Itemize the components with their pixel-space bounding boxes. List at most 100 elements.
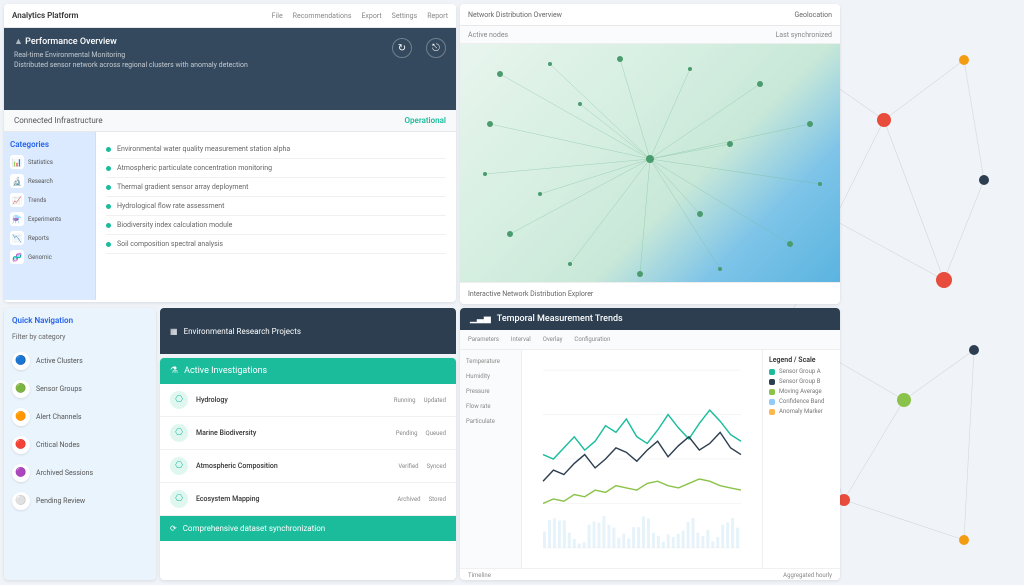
project-icon: ⎔ bbox=[170, 490, 188, 508]
tab-export[interactable]: Export bbox=[361, 12, 381, 20]
link-icon[interactable]: ⎋ bbox=[426, 38, 446, 58]
sidebar-item[interactable]: 📊Statistics bbox=[10, 155, 89, 169]
trends-header: ▁▃▅ Temporal Measurement Trends bbox=[460, 308, 840, 330]
status-dot bbox=[106, 166, 111, 171]
status-dot bbox=[106, 242, 111, 247]
projects-banner: ⚗ Active Investigations bbox=[160, 358, 456, 384]
nav-icon: 🔵 bbox=[12, 352, 30, 370]
hero-line2: Distributed sensor network across region… bbox=[14, 61, 446, 71]
quicknav-item[interactable]: 🔴Critical Nodes bbox=[4, 431, 156, 459]
category-label: Trends bbox=[28, 197, 46, 204]
nav-label: Alert Channels bbox=[36, 413, 82, 421]
nav-icon: 🟣 bbox=[12, 464, 30, 482]
list-row[interactable]: Hydrological flow rate assessment bbox=[106, 197, 446, 216]
tab-params[interactable]: Parameters bbox=[468, 336, 499, 343]
sidebar-item[interactable]: 📉Reports bbox=[10, 231, 89, 245]
row-list: Environmental water quality measurement … bbox=[96, 132, 456, 300]
network-map[interactable] bbox=[460, 44, 840, 282]
category-label: Genomic bbox=[28, 254, 52, 261]
project-icon: ⎔ bbox=[170, 391, 188, 409]
map-mode: Geolocation bbox=[795, 11, 833, 19]
grid-icon: ▦ bbox=[170, 327, 178, 336]
tab-overlay[interactable]: Overlay bbox=[543, 336, 563, 343]
legend-title: Legend / Scale bbox=[769, 356, 834, 364]
legend-swatch bbox=[769, 379, 775, 385]
row-text: Thermal gradient sensor array deployment bbox=[117, 183, 248, 191]
quicknav-item[interactable]: 🟣Archived Sessions bbox=[4, 459, 156, 487]
tab-interval[interactable]: Interval bbox=[511, 336, 531, 343]
quicknav-item[interactable]: ⚪ Pending Review bbox=[4, 487, 156, 515]
param-item[interactable]: Temperature bbox=[466, 358, 515, 365]
param-item[interactable]: Pressure bbox=[466, 388, 515, 395]
quicknav-item[interactable]: 🟠 Alert Channels bbox=[4, 403, 156, 431]
tab-recommend[interactable]: Recommendations bbox=[293, 12, 352, 20]
nav-label: Critical Nodes bbox=[36, 441, 80, 449]
project-status1: Pending bbox=[396, 430, 418, 437]
project-status2: Queued bbox=[426, 430, 447, 437]
legend-item: Anomaly Marker bbox=[769, 408, 834, 415]
nav-icon: 🟠 bbox=[12, 408, 30, 426]
legend-swatch bbox=[769, 389, 775, 395]
legend-item: Sensor Group A bbox=[769, 368, 834, 375]
sidebar-title: Categories bbox=[10, 140, 89, 149]
list-row[interactable]: Soil composition spectral analysis bbox=[106, 235, 446, 254]
projects-header: ▦ Environmental Research Projects bbox=[160, 308, 456, 354]
flask-icon: ⚗ bbox=[170, 366, 178, 376]
row-text: Soil composition spectral analysis bbox=[117, 240, 223, 248]
project-row[interactable]: ⎔HydrologyRunningUpdated bbox=[160, 384, 456, 417]
legend-label: Anomaly Marker bbox=[779, 408, 823, 415]
project-row[interactable]: ⎔Marine BiodiversityPendingQueued bbox=[160, 417, 456, 450]
tab-config[interactable]: Configuration bbox=[574, 336, 610, 343]
project-row[interactable]: ⎔Atmospheric CompositionVerifiedSynced bbox=[160, 450, 456, 483]
tab-report[interactable]: Report bbox=[427, 12, 448, 20]
project-name: Atmospheric Composition bbox=[196, 462, 390, 470]
category-label: Research bbox=[28, 178, 53, 185]
brand-label: Analytics Platform bbox=[12, 11, 79, 20]
category-label: Reports bbox=[28, 235, 49, 242]
sidebar-item[interactable]: 📈 Trends bbox=[10, 193, 89, 207]
sidebar-item[interactable]: 🔬Research bbox=[10, 174, 89, 188]
status-dot bbox=[106, 223, 111, 228]
projects-footer[interactable]: ⟳ Comprehensive dataset synchronization bbox=[160, 516, 456, 541]
row-text: Atmospheric particulate concentration mo… bbox=[117, 164, 272, 172]
list-row[interactable]: Environmental water quality measurement … bbox=[106, 140, 446, 159]
project-row[interactable]: ⎔Ecosystem MappingArchivedStored bbox=[160, 483, 456, 516]
nav-icon: ⚪ bbox=[12, 492, 30, 510]
category-icon: ⚗️ bbox=[10, 212, 24, 226]
dashboard-panel: Analytics Platform File Recommendations … bbox=[4, 4, 456, 302]
project-name: Ecosystem Mapping bbox=[196, 495, 389, 503]
list-row[interactable]: Thermal gradient sensor array deployment bbox=[106, 178, 446, 197]
line-chart[interactable] bbox=[522, 350, 762, 568]
row-text: Environmental water quality measurement … bbox=[117, 145, 290, 153]
quicknav-sub: Filter by category bbox=[4, 333, 156, 347]
row-text: Hydrological flow rate assessment bbox=[117, 202, 224, 210]
quicknav-item[interactable]: 🟢Sensor Groups bbox=[4, 375, 156, 403]
section-header: Connected Infrastructure Operational bbox=[4, 110, 456, 132]
list-row[interactable]: Atmospheric particulate concentration mo… bbox=[106, 159, 446, 178]
trends-title: Temporal Measurement Trends bbox=[497, 314, 623, 324]
category-icon: 📈 bbox=[10, 193, 24, 207]
tab-settings[interactable]: Settings bbox=[392, 12, 418, 20]
project-icon: ⎔ bbox=[170, 457, 188, 475]
map-sub-left: Active nodes bbox=[468, 31, 508, 39]
sync-icon: ⟳ bbox=[170, 524, 177, 533]
quicknav-item[interactable]: 🔵Active Clusters bbox=[4, 347, 156, 375]
nav-icon: 🟢 bbox=[12, 380, 30, 398]
hero-line1: Real-time Environmental Monitoring bbox=[14, 51, 446, 61]
tab-file[interactable]: File bbox=[272, 12, 283, 20]
category-label: Experiments bbox=[28, 216, 61, 223]
toolbar-tabs: File Recommendations Export Settings Rep… bbox=[272, 12, 448, 20]
row-text: Biodiversity index calculation module bbox=[117, 221, 232, 229]
param-item[interactable]: Particulate bbox=[466, 418, 515, 425]
sidebar-item[interactable]: 🧬Genomic bbox=[10, 250, 89, 264]
legend-swatch bbox=[769, 399, 775, 405]
param-item[interactable]: Flow rate bbox=[466, 403, 515, 410]
project-name: Hydrology bbox=[196, 396, 386, 404]
param-item[interactable]: Humidity bbox=[466, 373, 515, 380]
refresh-icon[interactable]: ↻ bbox=[392, 38, 412, 58]
nav-label: Pending Review bbox=[36, 497, 85, 505]
trends-panel: ▁▃▅ Temporal Measurement Trends Paramete… bbox=[460, 308, 840, 580]
sidebar-item[interactable]: ⚗️ Experiments bbox=[10, 212, 89, 226]
status-dot bbox=[106, 185, 111, 190]
list-row[interactable]: Biodiversity index calculation module bbox=[106, 216, 446, 235]
